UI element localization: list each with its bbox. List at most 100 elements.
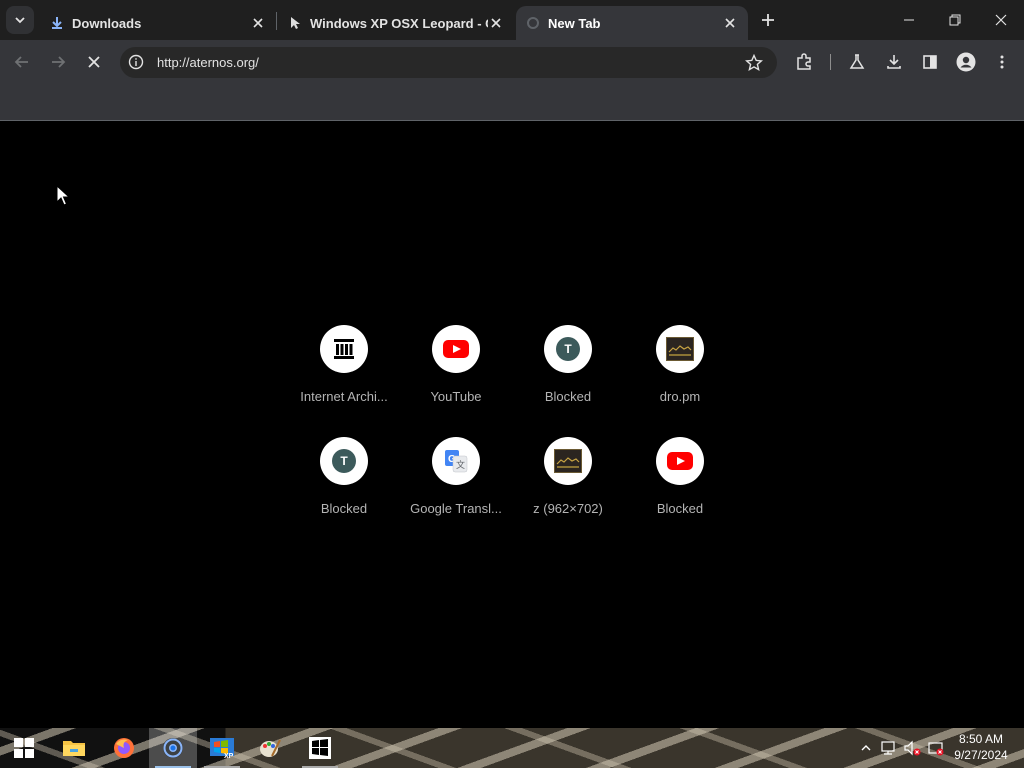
start-button[interactable] (0, 728, 48, 768)
profile-button[interactable] (952, 48, 980, 76)
google-translate-icon: G文 (432, 437, 480, 485)
tab-title: Windows XP OSX Leopard - Cr (310, 15, 488, 31)
paint-icon (260, 739, 281, 757)
close-icon (88, 56, 100, 68)
youtube-icon (656, 437, 704, 485)
side-panel-icon (923, 55, 937, 69)
windows-xp-app-icon: XP (210, 738, 234, 760)
close-icon[interactable] (722, 15, 738, 31)
shortcut-label: YouTube (430, 389, 482, 404)
taskbar-paint[interactable] (246, 728, 294, 768)
shortcut-label: Blocked (656, 501, 704, 516)
bookmarks-bar (0, 85, 1024, 121)
thumbnail-icon (544, 437, 592, 485)
chrome-icon (163, 738, 183, 758)
svg-text:XP: XP (224, 753, 234, 760)
close-icon (995, 14, 1007, 26)
taskbar: XP 8:50 AM 9/27/2024 (0, 728, 1024, 768)
taskbar-windows-app[interactable] (296, 728, 344, 768)
tab-title: Downloads (72, 15, 142, 31)
firefox-icon (114, 738, 134, 758)
toolbar-divider (830, 54, 831, 70)
youtube-icon (432, 325, 480, 373)
file-explorer-icon (63, 741, 85, 756)
download-icon (887, 55, 901, 69)
tab-windows-xp-osx[interactable]: Windows XP OSX Leopard - Cr (278, 6, 514, 40)
forward-button[interactable] (44, 48, 72, 76)
letter-avatar: T (332, 449, 356, 473)
shortcut-tile[interactable]: z (962×702) (512, 437, 624, 549)
tab-strip: Downloads Windows XP OSX Leopard - Cr Ne… (0, 0, 1024, 40)
shortcut-label: Google Transl... (410, 501, 502, 516)
downloads-button[interactable] (880, 48, 908, 76)
back-arrow-icon (14, 56, 28, 68)
address-bar[interactable]: http://aternos.org/ (120, 47, 777, 78)
shortcut-label: dro.pm (659, 389, 701, 404)
stop-loading-button[interactable] (80, 48, 108, 76)
shortcut-label: Internet Archi... (300, 389, 388, 404)
taskbar-windows-xp-app[interactable]: XP (198, 728, 246, 768)
extensions-button[interactable] (790, 48, 818, 76)
network-icon (881, 741, 895, 755)
shortcut-tile[interactable]: Blocked (624, 437, 736, 549)
taskbar-firefox[interactable] (100, 728, 148, 768)
minimize-icon (904, 19, 914, 21)
mouse-cursor-icon (56, 185, 70, 206)
letter-avatar: T (556, 337, 580, 361)
close-window-button[interactable] (978, 0, 1024, 40)
taskbar-chrome[interactable] (149, 728, 197, 768)
letter-icon: T (544, 325, 592, 373)
restore-icon (949, 14, 961, 26)
clock-date: 9/27/2024 (954, 748, 1008, 762)
new-tab-button[interactable] (756, 8, 780, 32)
volume-muted-icon (904, 740, 921, 756)
battery-tray-button[interactable] (927, 739, 945, 757)
tab-new-tab[interactable]: New Tab (516, 6, 748, 40)
avatar-icon (956, 52, 976, 72)
volume-tray-button[interactable] (903, 739, 921, 757)
system-clock[interactable]: 8:50 AM 9/27/2024 (946, 731, 1016, 763)
archive-icon (320, 325, 368, 373)
labs-button[interactable] (843, 48, 871, 76)
close-icon[interactable] (250, 15, 266, 31)
browser-toolbar: http://aternos.org/ (0, 40, 1024, 85)
display-icon (928, 742, 944, 756)
shortcut-tile[interactable]: T Blocked (512, 325, 624, 437)
side-panel-button[interactable] (916, 48, 944, 76)
shortcut-tile[interactable]: G文 Google Transl... (400, 437, 512, 549)
letter-icon: T (320, 437, 368, 485)
shortcut-tile[interactable]: YouTube (400, 325, 512, 437)
tab-downloads[interactable]: Downloads (40, 6, 276, 40)
windows-app-icon (309, 737, 331, 759)
plus-icon (762, 14, 774, 26)
shortcut-tile[interactable]: dro.pm (624, 325, 736, 437)
shortcut-tile[interactable]: Internet Archi... (288, 325, 400, 437)
start-icon (14, 738, 34, 758)
shortcut-label: Blocked (544, 389, 592, 404)
cursor-icon (291, 17, 300, 29)
menu-button[interactable] (988, 48, 1016, 76)
chevron-up-icon (861, 745, 871, 751)
chevron-down-icon (15, 17, 25, 24)
tab-divider (276, 12, 277, 30)
tab-search-button[interactable] (6, 6, 34, 34)
url-text[interactable]: http://aternos.org/ (157, 55, 259, 70)
info-icon[interactable] (128, 54, 144, 70)
minimize-button[interactable] (886, 0, 932, 40)
clock-time: 8:50 AM (958, 732, 1004, 746)
loading-icon (527, 17, 539, 29)
close-icon[interactable] (488, 15, 504, 31)
bookmark-star-icon[interactable] (745, 54, 763, 72)
restore-button[interactable] (932, 0, 978, 40)
puzzle-icon (797, 53, 811, 70)
more-vertical-icon (1000, 55, 1004, 69)
back-button[interactable] (8, 48, 36, 76)
shortcut-tile[interactable]: T Blocked (288, 437, 400, 549)
thumbnail-icon (656, 325, 704, 373)
network-tray-button[interactable] (880, 739, 898, 757)
shortcut-label: z (962×702) (533, 501, 603, 516)
taskbar-file-explorer[interactable] (50, 728, 98, 768)
show-hidden-icons-button[interactable] (857, 739, 875, 757)
flask-icon (849, 54, 865, 69)
tab-title: New Tab (548, 15, 601, 31)
